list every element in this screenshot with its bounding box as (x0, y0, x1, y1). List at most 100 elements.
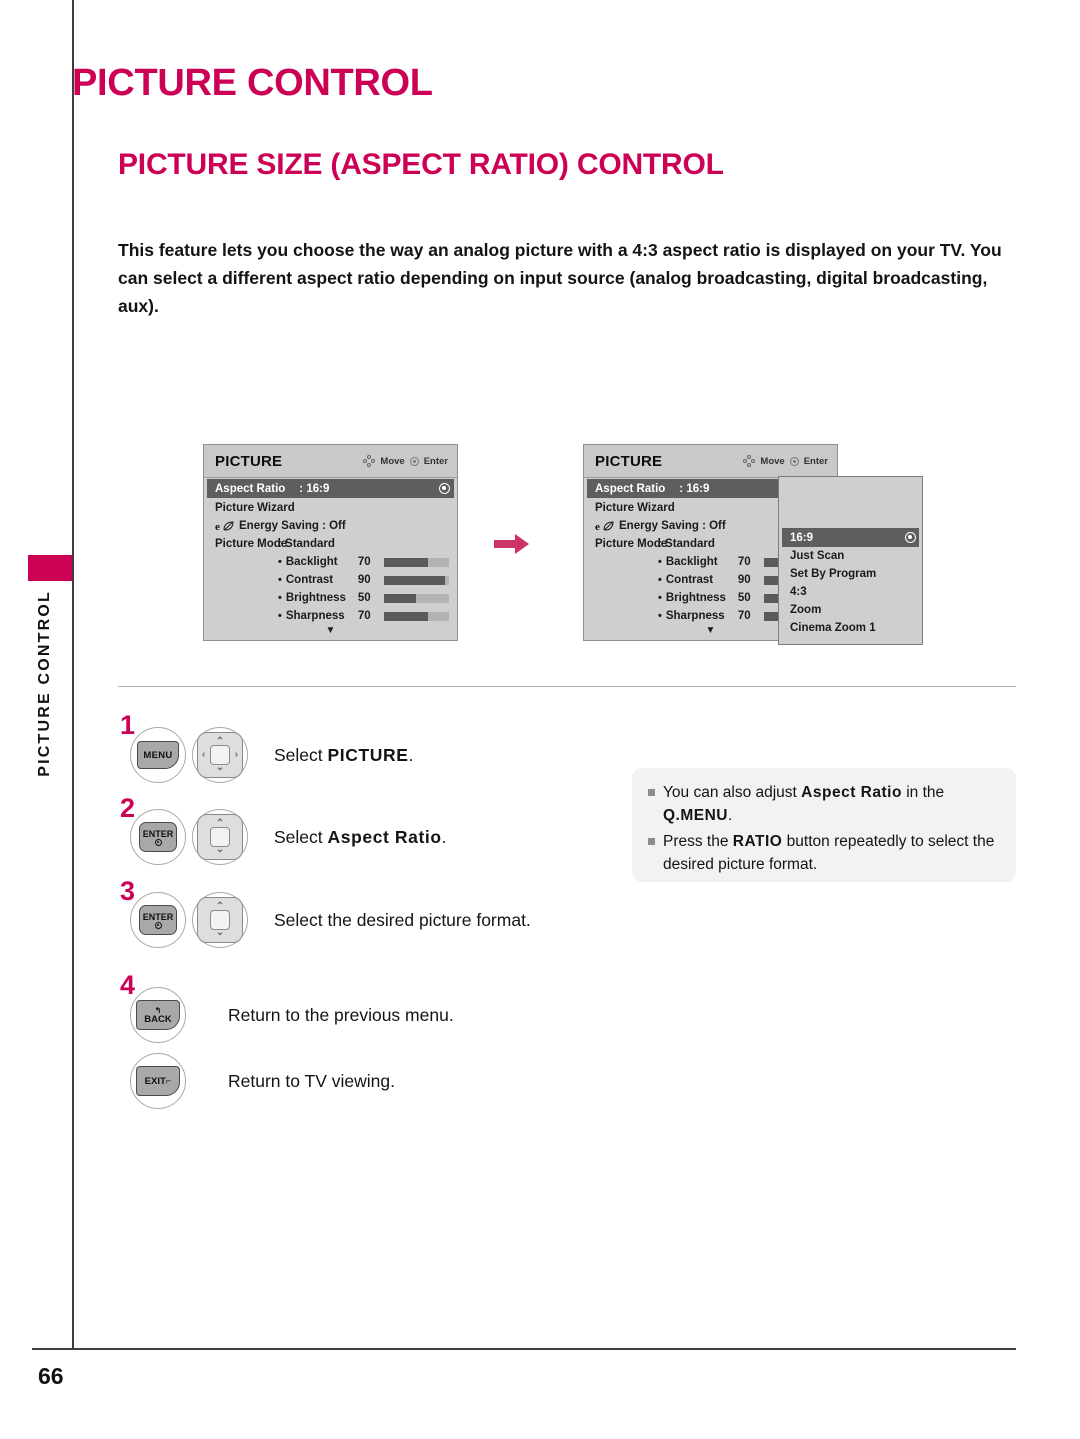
osd-slider-bar[interactable] (383, 593, 449, 603)
dpad-right-icon[interactable]: › (235, 750, 238, 760)
dropdown-option-label: Zoom (790, 604, 822, 616)
enter-button[interactable]: ENTER (130, 892, 186, 948)
dropdown-option-just-scan[interactable]: Just Scan (779, 547, 922, 565)
square-bullet-icon (648, 789, 655, 796)
note-item-1: You can also adjust Aspect Ratio in the … (648, 781, 1000, 827)
osd-header: PICTURE Move Enter (204, 445, 457, 478)
back-button-key: ↰ BACK (136, 1000, 180, 1030)
enter-button[interactable]: ENTER (130, 809, 186, 865)
dropdown-option-16-9[interactable]: 16:9 (782, 528, 919, 547)
dpad-center-icon[interactable] (210, 745, 230, 765)
content-divider (118, 686, 1016, 687)
osd-slider-label: Brightness (665, 592, 726, 604)
svg-text:e: e (595, 521, 600, 532)
osd-slider-label: Backlight (285, 556, 338, 568)
dpad-button-step1[interactable]: ⌃ ⌄ ‹ › (192, 727, 248, 783)
back-button[interactable]: ↰ BACK (130, 987, 186, 1043)
dropdown-option-zoom[interactable]: Zoom (779, 601, 922, 619)
note-1-part3: . (728, 807, 733, 824)
osd-row-energy-saving[interactable]: e Energy Saving : Off (204, 517, 457, 535)
osd-slider-row[interactable]: • Brightness 50 (204, 589, 457, 607)
osd-picture-mode-value: : Standard (278, 538, 335, 550)
osd-row-picture-wizard[interactable]: Picture Wizard (204, 499, 457, 517)
osd-scroll-down-icon[interactable]: ▼ (204, 625, 457, 640)
exit-button[interactable]: EXIT ⌐ (130, 1053, 186, 1109)
note-1-part2: in the (901, 784, 945, 801)
osd-row-picture-mode[interactable]: Picture Mode : Standard (204, 535, 457, 553)
aspect-ratio-dropdown: 16:9 Just Scan Set By Program 4:3 Zoom C… (778, 476, 923, 645)
dpad-button-step3[interactable]: ⌃ ⌄ (192, 892, 248, 948)
sidebar-color-tab (28, 555, 72, 581)
dpad-center-icon[interactable] (210, 910, 230, 930)
osd-slider-row[interactable]: • Sharpness 70 (204, 607, 457, 625)
note-1-bold2: Q.MENU (663, 807, 728, 824)
bullet-icon: • (658, 592, 662, 604)
dpad-left-icon[interactable]: ‹ (202, 750, 205, 760)
osd-hints: Move Enter (743, 455, 828, 467)
osd-hint-move-label: Move (760, 455, 785, 467)
dropdown-option-cinema-zoom-1[interactable]: Cinema Zoom 1 (779, 619, 922, 637)
dpad-move-icon (363, 455, 376, 467)
osd-slider-label: Contrast (665, 574, 714, 586)
dpad-button-step2[interactable]: ⌃ ⌄ (192, 809, 248, 865)
dropdown-spacer (779, 477, 922, 528)
section-title: PICTURE SIZE (ASPECT RATIO) CONTROL (118, 148, 724, 181)
osd-picture-wizard-label: Picture Wizard (215, 502, 295, 514)
step-3-text: Select the desired picture format. (274, 909, 531, 930)
dropdown-option-label: Cinema Zoom 1 (790, 622, 876, 634)
osd-slider-bar[interactable] (383, 557, 449, 567)
bullet-icon: • (278, 610, 282, 622)
note-1-bold1: Aspect Ratio (801, 784, 902, 801)
menu-button[interactable]: MENU (130, 727, 186, 783)
dropdown-option-label: 16:9 (790, 531, 814, 544)
osd-slider-row[interactable]: • Contrast 90 (204, 571, 457, 589)
bullet-icon: • (278, 592, 282, 604)
osd-slider-row[interactable]: • Backlight 70 (204, 553, 457, 571)
step-1-text-suffix: . (408, 744, 414, 765)
page-left-rule (72, 0, 74, 1348)
osd-picture-mode-value: : Standard (658, 538, 715, 550)
exit-button-key: EXIT ⌐ (136, 1066, 180, 1096)
step-4: ↰ BACK Return to the previous menu. (130, 987, 454, 1043)
osd-slider-bar[interactable] (383, 611, 449, 621)
osd-title: PICTURE (215, 452, 283, 470)
enter-button-label: ENTER (142, 911, 174, 922)
dropdown-option-4-3[interactable]: 4:3 (779, 583, 922, 601)
osd-slider-value: 90 (357, 574, 371, 586)
enter-dot-icon (154, 838, 162, 846)
step-2-text: Select Aspect Ratio. (274, 827, 447, 848)
osd-header: PICTURE Move Enter (584, 445, 837, 478)
dropdown-option-set-by-program[interactable]: Set By Program (779, 565, 922, 583)
back-button-label: BACK (144, 1013, 172, 1025)
exit-bracket-icon: ⌐ (165, 1075, 172, 1087)
dropdown-option-label: Set By Program (790, 568, 877, 580)
eco-leaf-icon: e (595, 520, 615, 532)
step-1-text-prefix: Select (274, 744, 328, 765)
osd-slider-value: 70 (737, 610, 751, 622)
enter-icon (789, 456, 799, 466)
osd-slider-value: 90 (737, 574, 751, 586)
osd-slider-value: 70 (357, 610, 371, 622)
sidebar-chapter-label: PICTURE CONTROL (22, 590, 68, 820)
osd-picture-mode-label: Picture Mode (215, 538, 288, 550)
note-1-part1: You can also adjust (663, 784, 802, 801)
osd-slider-label: Sharpness (285, 610, 345, 622)
dpad-move-icon (743, 455, 756, 467)
intro-paragraph: This feature lets you choose the way an … (118, 240, 1002, 316)
osd-slider-value: 50 (357, 592, 371, 604)
osd-energy-saving-label: Energy Saving : Off (239, 520, 346, 532)
osd-energy-saving-label: Energy Saving : Off (619, 520, 726, 532)
dpad-center-icon[interactable] (210, 827, 230, 847)
bullet-icon: • (658, 556, 662, 568)
note-item-1-text: You can also adjust Aspect Ratio in the … (663, 781, 1000, 827)
osd-row-aspect-ratio[interactable]: Aspect Ratio : 16:9 (207, 479, 454, 498)
osd-slider-bar[interactable] (383, 575, 449, 585)
enter-dot-icon (154, 921, 162, 929)
step-1: MENU ⌃ ⌄ ‹ › Select PICTURE. (130, 727, 413, 783)
dpad-icon: ⌃ ⌄ (197, 897, 243, 943)
note-item-2-text: Press the RATIO button repeatedly to sel… (663, 830, 1000, 876)
osd-aspect-ratio-value: : 16:9 (679, 482, 710, 495)
radio-selected-icon (439, 483, 450, 494)
osd-slider-label: Backlight (665, 556, 718, 568)
step-exit: EXIT ⌐ Return to TV viewing. (130, 1053, 395, 1109)
